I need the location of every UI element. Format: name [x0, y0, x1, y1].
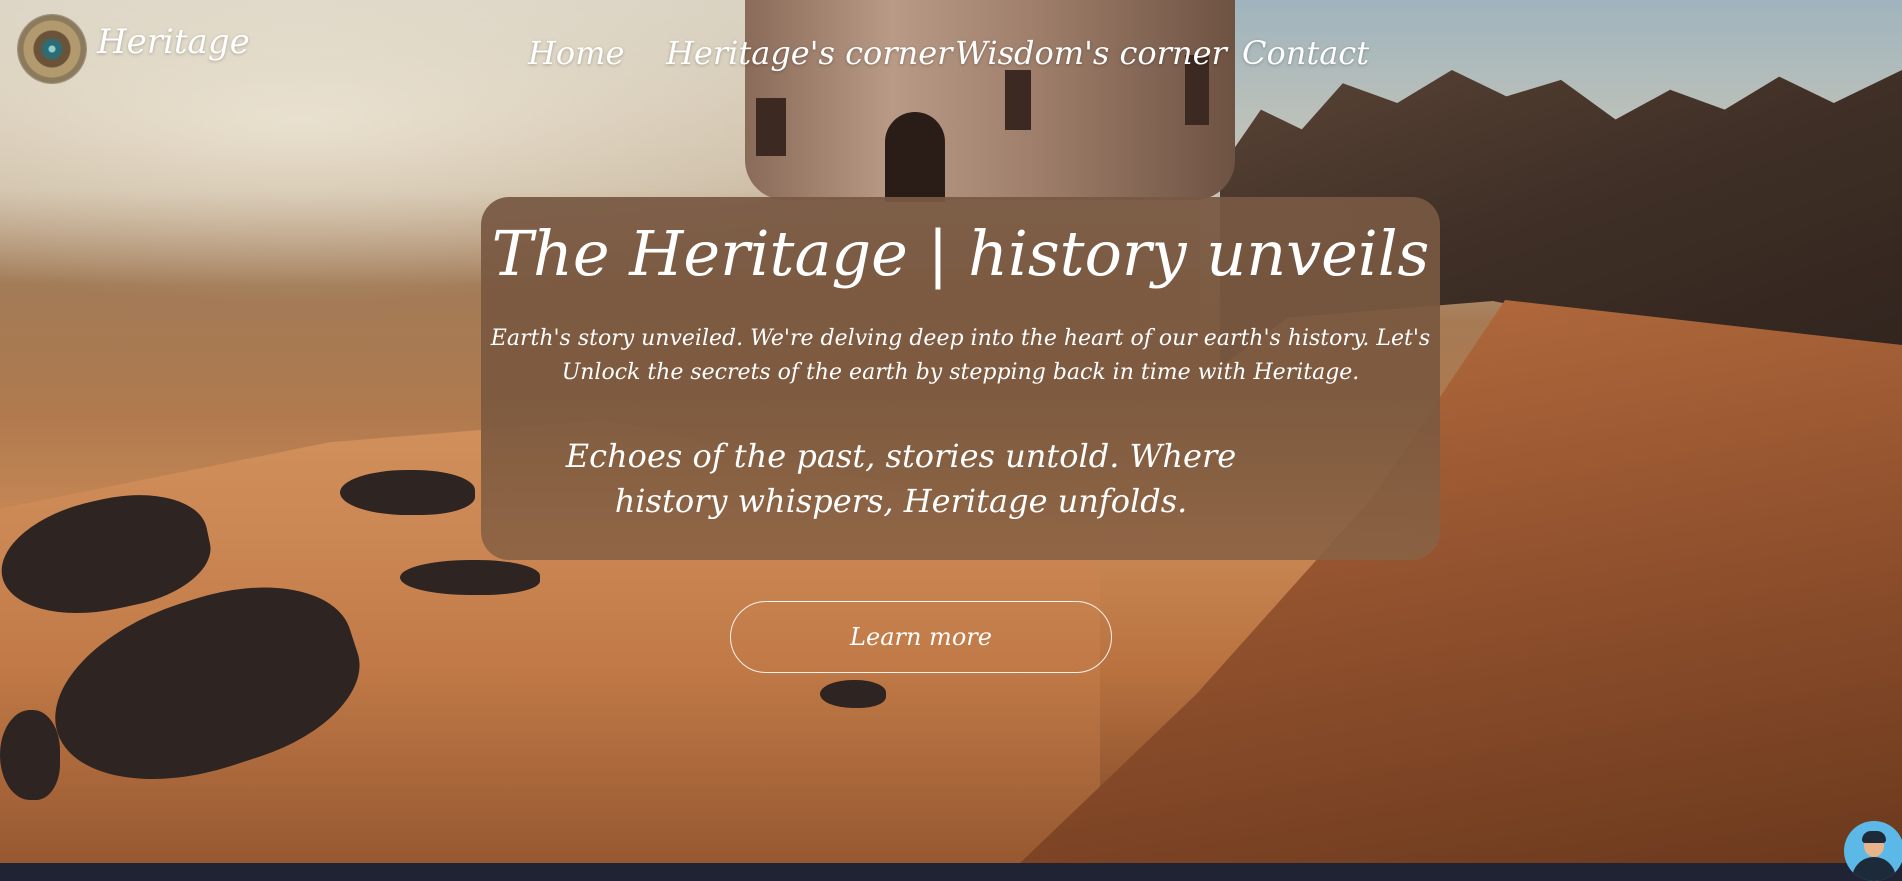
hero-tagline: Echoes of the past, stories untold. Wher… — [565, 437, 1237, 520]
tower-arch — [885, 112, 945, 202]
nav-wisdoms-corner[interactable]: Wisdom's corner — [955, 34, 1227, 72]
rock — [340, 470, 475, 515]
tower-window — [756, 98, 786, 156]
rock — [820, 680, 886, 708]
learn-more-button[interactable]: Learn more — [730, 601, 1112, 673]
avatar-hair — [1862, 831, 1886, 843]
castle-tower — [745, 0, 1235, 200]
main-nav: Home Heritage's corner Wisdom's corner C… — [0, 34, 1902, 84]
nav-heritages-corner[interactable]: Heritage's corner — [666, 34, 952, 72]
bottom-bar — [0, 863, 1902, 867]
nav-contact[interactable]: Contact — [1242, 34, 1369, 72]
hero-card: The Heritage | history unveils Earth's s… — [481, 197, 1440, 560]
nav-home[interactable]: Home — [528, 34, 624, 72]
rock — [400, 560, 540, 595]
hero-title: The Heritage | history unveils — [491, 217, 1430, 290]
rock — [0, 710, 60, 800]
avatar-body — [1852, 857, 1896, 881]
hero-description: Earth's story unveiled. We're delving de… — [490, 326, 1431, 385]
user-avatar-icon[interactable] — [1844, 821, 1902, 881]
